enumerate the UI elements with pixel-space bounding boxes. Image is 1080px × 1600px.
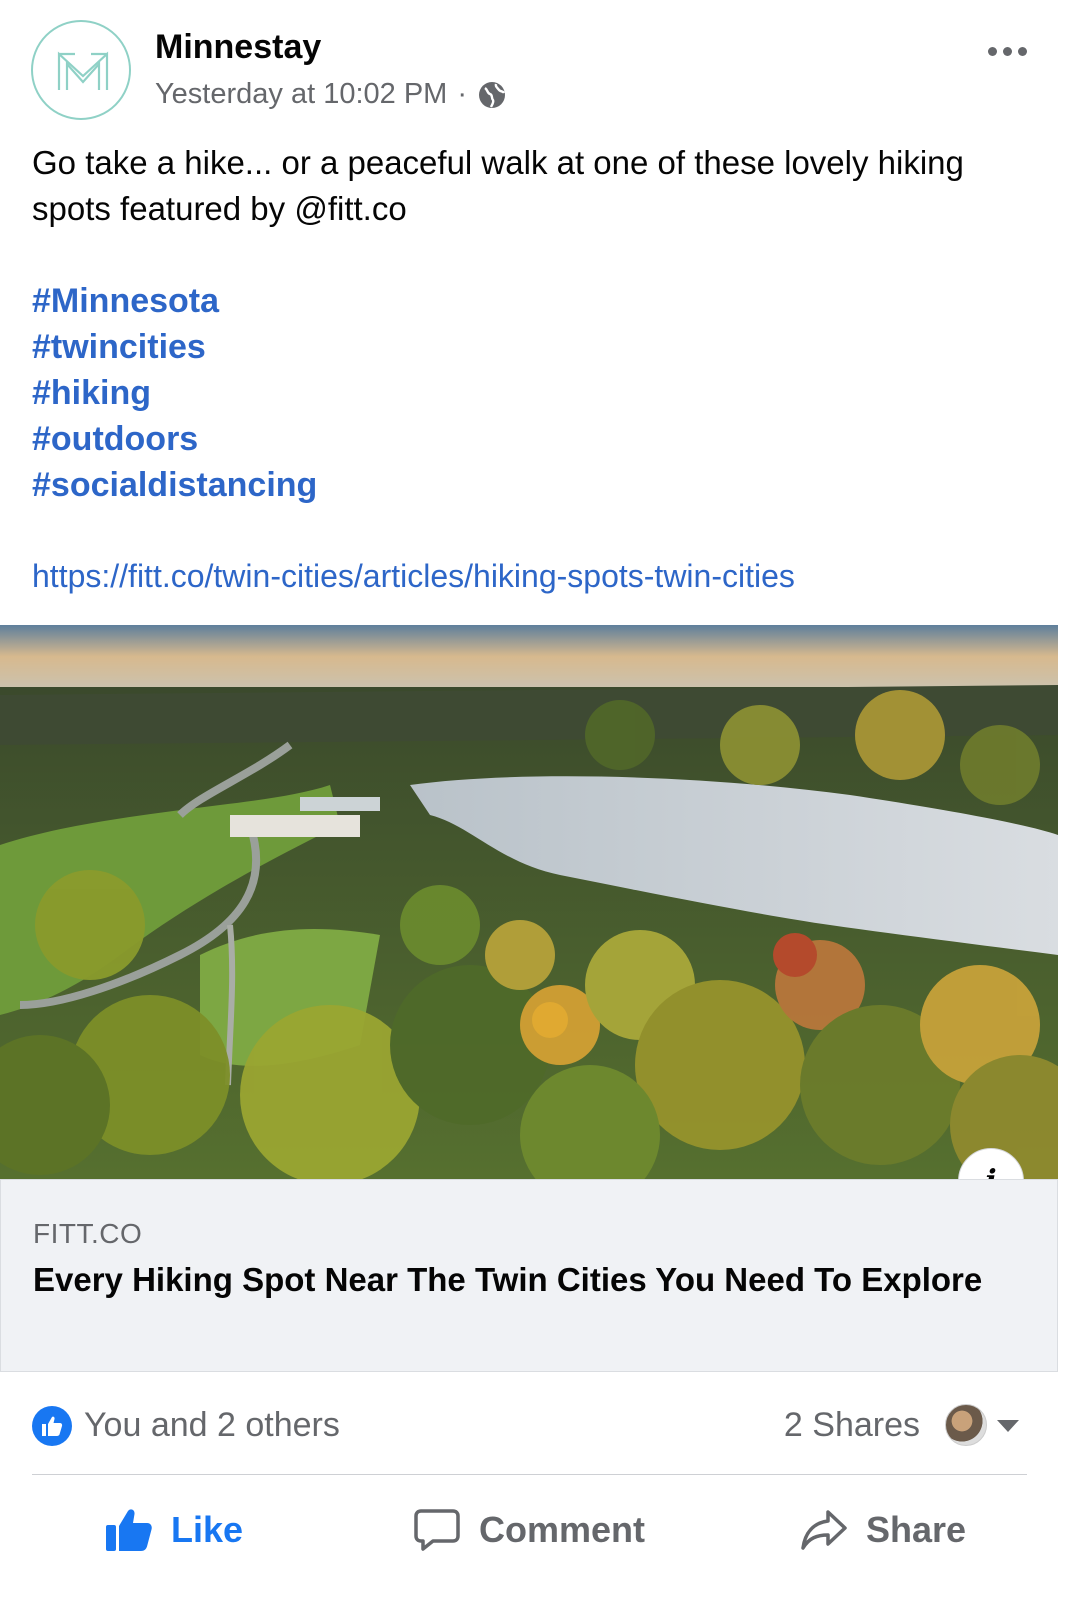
post-header: Minnestay Yesterday at 10:02 PM ·	[0, 0, 1080, 130]
share-label: Share	[866, 1509, 967, 1550]
like-button[interactable]: Like	[105, 1490, 243, 1570]
post-actions: Like Comment Share	[0, 1490, 1080, 1570]
comment-button[interactable]: Comment	[413, 1490, 645, 1570]
hashtag-link[interactable]: #twincities	[32, 324, 317, 370]
like-label: Like	[171, 1509, 244, 1550]
page-avatar[interactable]	[31, 20, 131, 120]
post-body-text: Go take a hike... or a peaceful walk at …	[32, 144, 964, 227]
hashtag-link[interactable]: #outdoors	[32, 416, 317, 462]
comment-bubble-icon	[414, 1509, 460, 1551]
meta-separator: ·	[457, 78, 468, 110]
article-url-link[interactable]: https://fitt.co/twin-cities/articles/hik…	[32, 553, 795, 599]
hashtag-link[interactable]: #Minnesota	[32, 278, 317, 324]
post-stats-bar: You and 2 others 2 Shares	[0, 1390, 1080, 1462]
sharer-avatar[interactable]	[945, 1404, 987, 1446]
post-timestamp[interactable]: Yesterday at 10:02 PM	[155, 78, 447, 111]
hashtag-link[interactable]: #hiking	[32, 370, 317, 416]
hashtag-list: #Minnesota #twincities #hiking #outdoors…	[32, 278, 317, 508]
link-domain: FITT.CO	[33, 1218, 143, 1249]
globe-icon	[479, 81, 506, 108]
share-arrow-icon	[801, 1510, 847, 1550]
chevron-down-icon[interactable]	[997, 1420, 1019, 1432]
reactions-count[interactable]: You and 2 others	[84, 1406, 340, 1445]
share-button[interactable]: Share	[800, 1490, 966, 1570]
landscape-photo	[0, 625, 1058, 1179]
divider	[32, 1474, 1027, 1475]
like-reaction-icon[interactable]	[32, 1406, 72, 1446]
comment-label: Comment	[479, 1509, 646, 1550]
thumbs-up-icon	[106, 1509, 152, 1551]
thumbs-up-icon	[42, 1416, 63, 1436]
minnestay-logo-icon	[57, 51, 109, 90]
link-preview-card[interactable]: FITT.CO Every Hiking Spot Near The Twin …	[0, 1179, 1058, 1372]
link-preview-image[interactable]	[0, 625, 1058, 1179]
link-title: Every Hiking Spot Near The Twin Cities Y…	[33, 1261, 983, 1298]
shares-count[interactable]: 2 Shares	[784, 1406, 920, 1445]
ellipsis-icon[interactable]	[986, 38, 1028, 64]
page-name[interactable]: Minnestay	[155, 28, 321, 67]
hashtag-link[interactable]: #socialdistancing	[32, 462, 317, 508]
post-meta: Yesterday at 10:02 PM ·	[155, 78, 507, 111]
